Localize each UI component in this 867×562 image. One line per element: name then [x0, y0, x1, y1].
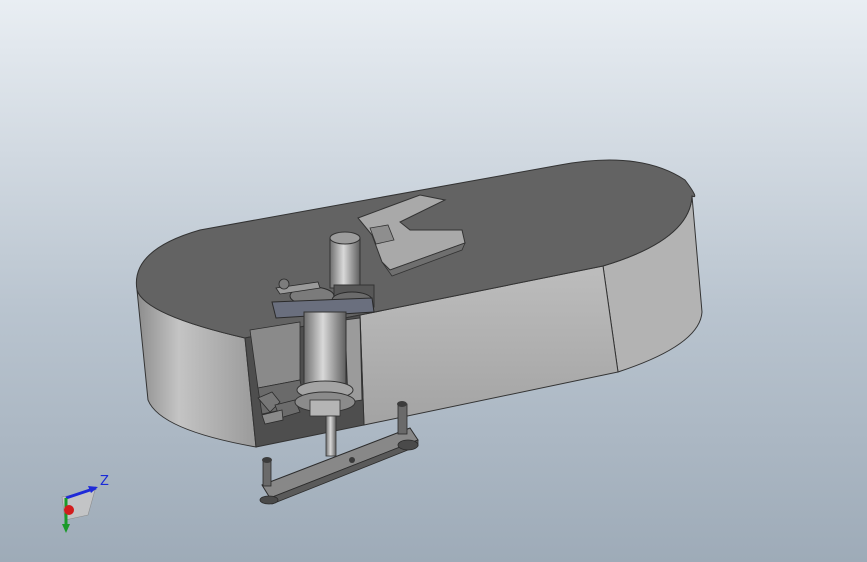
- cad-viewport[interactable]: Z: [0, 0, 867, 562]
- motor-body: [329, 237, 361, 289]
- x-axis-icon: [64, 505, 74, 515]
- cad-model-view[interactable]: [0, 0, 867, 562]
- triad-z-label: Z: [100, 474, 109, 489]
- main-column: [303, 311, 347, 391]
- drive-shaft: [325, 415, 337, 457]
- coordinate-triad: [61, 486, 98, 533]
